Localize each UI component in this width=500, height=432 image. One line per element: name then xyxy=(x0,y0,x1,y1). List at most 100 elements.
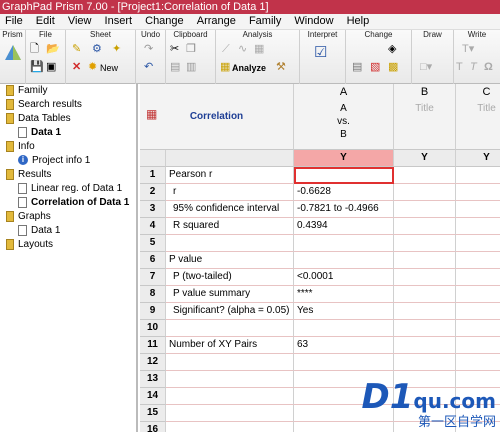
greek-icon[interactable]: Ω xyxy=(484,61,493,73)
row-label[interactable] xyxy=(166,320,294,337)
nav-correlation[interactable]: Correlation of Data 1 xyxy=(18,196,129,210)
delete-icon[interactable]: ✕ xyxy=(72,61,81,73)
cell-column-c[interactable] xyxy=(456,184,500,201)
column-a-y[interactable]: Y xyxy=(294,150,394,167)
cell-column-a[interactable]: -0.6628 xyxy=(294,184,394,201)
row-label[interactable] xyxy=(166,354,294,371)
column-b-header[interactable]: B Title xyxy=(394,84,456,150)
cell-column-a[interactable] xyxy=(294,354,394,371)
cell-column-a[interactable]: <0.0001 xyxy=(294,269,394,286)
column-stats-icon[interactable]: ▦ xyxy=(254,43,264,55)
column-b-y[interactable]: Y xyxy=(394,150,456,167)
cell-column-b[interactable] xyxy=(394,235,456,252)
menu-window[interactable]: Window xyxy=(289,14,338,29)
paste-special-icon[interactable]: ▥ xyxy=(186,61,196,73)
curve-icon[interactable]: ∿ xyxy=(238,43,247,55)
open-file-icon[interactable]: 📂 xyxy=(46,43,60,55)
nav-info[interactable]: Info xyxy=(6,140,35,154)
analyze-icon[interactable]: ▦ xyxy=(220,61,230,73)
nav-linear-reg[interactable]: Linear reg. of Data 1 xyxy=(18,182,122,196)
menu-edit[interactable]: Edit xyxy=(31,14,60,29)
cell-column-b[interactable] xyxy=(394,354,456,371)
menu-family[interactable]: Family xyxy=(244,14,286,29)
row-label[interactable]: Pearson r xyxy=(166,167,294,184)
row-number[interactable]: 14 xyxy=(140,388,166,405)
nav-layouts[interactable]: Layouts xyxy=(6,238,53,252)
cell-column-a[interactable]: -0.7821 to -0.4966 xyxy=(294,201,394,218)
print-icon[interactable]: ▣ xyxy=(46,61,56,73)
cell-column-b[interactable] xyxy=(394,252,456,269)
nav-data-table-data1[interactable]: Data 1 xyxy=(18,126,61,140)
analysis-params-icon[interactable]: ⚒ xyxy=(276,61,286,73)
color-scheme-icon[interactable]: ▩ xyxy=(388,61,398,73)
row-number[interactable]: 11 xyxy=(140,337,166,354)
cell-column-b[interactable] xyxy=(394,167,456,184)
row-number[interactable]: 5 xyxy=(140,235,166,252)
format-sheet-icon[interactable]: ▧ xyxy=(370,61,380,73)
italic-icon[interactable]: T xyxy=(470,61,477,73)
cell-column-a[interactable]: Yes xyxy=(294,303,394,320)
menu-view[interactable]: View xyxy=(63,14,97,29)
prism-logo-icon[interactable] xyxy=(4,44,22,62)
cell-column-a[interactable] xyxy=(294,320,394,337)
new-sheet-button[interactable]: New xyxy=(100,62,118,74)
row-label[interactable] xyxy=(166,235,294,252)
row-label[interactable]: 95% confidence interval xyxy=(166,201,294,218)
format-table-icon[interactable]: ▤ xyxy=(352,61,362,73)
menu-insert[interactable]: Insert xyxy=(100,14,138,29)
cell-column-b[interactable] xyxy=(394,201,456,218)
menu-arrange[interactable]: Arrange xyxy=(192,14,241,29)
cell-column-a[interactable] xyxy=(294,167,394,184)
row-number[interactable]: 9 xyxy=(140,303,166,320)
checklist-icon[interactable]: ☑ xyxy=(314,45,327,60)
paint-bucket-icon[interactable]: ◈ xyxy=(388,43,396,55)
cell-column-a[interactable] xyxy=(294,252,394,269)
row-label[interactable]: P value xyxy=(166,252,294,269)
cell-column-b[interactable] xyxy=(394,184,456,201)
draw-shape-icon[interactable]: □▾ xyxy=(420,61,432,73)
row-label[interactable] xyxy=(166,388,294,405)
save-icon[interactable]: 💾 xyxy=(30,61,44,73)
cell-column-c[interactable] xyxy=(456,235,500,252)
cell-column-a[interactable]: 0.4394 xyxy=(294,218,394,235)
nav-data-tables[interactable]: Data Tables xyxy=(6,112,71,126)
row-number[interactable]: 8 xyxy=(140,286,166,303)
menu-file[interactable]: File xyxy=(0,14,28,29)
column-c-y[interactable]: Y xyxy=(456,150,500,167)
paste-icon[interactable]: ▤ xyxy=(170,61,180,73)
nav-family[interactable]: Family xyxy=(6,84,47,98)
row-label[interactable]: P value summary xyxy=(166,286,294,303)
row-number[interactable]: 16 xyxy=(140,422,166,432)
cell-column-b[interactable] xyxy=(394,286,456,303)
cell-column-c[interactable] xyxy=(456,286,500,303)
cell-column-c[interactable] xyxy=(456,303,500,320)
copy-icon[interactable]: ❐ xyxy=(186,43,196,55)
undo-icon[interactable]: ↶ xyxy=(144,61,153,73)
row-number[interactable]: 13 xyxy=(140,371,166,388)
row-number[interactable]: 15 xyxy=(140,405,166,422)
text-format-icon[interactable]: T xyxy=(456,61,463,73)
analyze-button[interactable]: Analyze xyxy=(232,62,266,74)
row-label[interactable]: Number of XY Pairs xyxy=(166,337,294,354)
nav-results[interactable]: Results xyxy=(6,168,51,182)
row-label[interactable]: P (two-tailed) xyxy=(166,269,294,286)
cell-column-c[interactable] xyxy=(456,269,500,286)
cut-icon[interactable]: ✂ xyxy=(170,43,179,55)
cell-column-a[interactable]: **** xyxy=(294,286,394,303)
new-sheet-icon[interactable]: ✹ xyxy=(88,61,97,73)
cell-column-c[interactable] xyxy=(456,320,500,337)
nav-project-info[interactable]: i Project info 1 xyxy=(18,154,90,168)
nav-graphs[interactable]: Graphs xyxy=(6,210,51,224)
cell-column-a[interactable]: 63 xyxy=(294,337,394,354)
row-label[interactable] xyxy=(166,371,294,388)
regression-icon[interactable]: ⟋ xyxy=(222,43,230,55)
cell-column-c[interactable] xyxy=(456,167,500,184)
column-a-header[interactable]: A A vs. B xyxy=(294,84,394,150)
row-label[interactable]: R squared xyxy=(166,218,294,235)
nav-graph-data1[interactable]: Data 1 xyxy=(18,224,60,238)
row-number[interactable]: 3 xyxy=(140,201,166,218)
nav-search-results[interactable]: Search results xyxy=(6,98,82,112)
row-number[interactable]: 10 xyxy=(140,320,166,337)
cell-column-c[interactable] xyxy=(456,218,500,235)
cell-column-c[interactable] xyxy=(456,252,500,269)
